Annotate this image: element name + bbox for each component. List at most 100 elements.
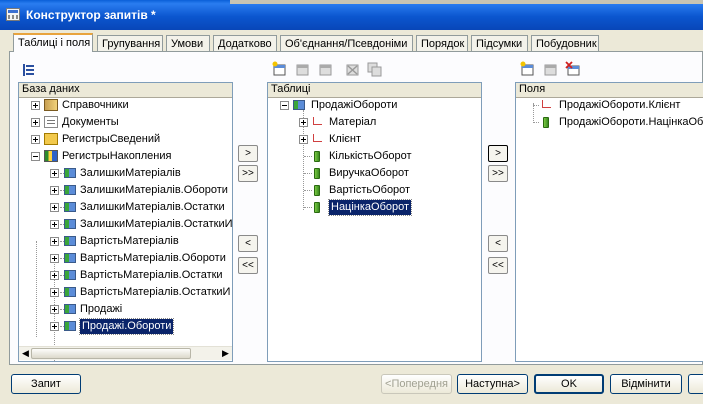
scroll-right-icon[interactable]: ▶ (220, 348, 231, 359)
cancel-button[interactable]: Відмінити (610, 374, 682, 394)
expand-icon[interactable] (50, 271, 59, 280)
add-field-icon[interactable] (519, 61, 535, 77)
remove-table-button[interactable]: < (238, 235, 258, 252)
tab-2[interactable]: Умови (166, 35, 210, 51)
accumulation-register-icon (64, 287, 76, 297)
tab-5[interactable]: Порядок (416, 35, 468, 51)
database-item[interactable]: Справочники (62, 97, 129, 114)
add-all-tables-button[interactable]: >> (238, 165, 258, 182)
selected-field[interactable]: ПродажіОбороти.Клієнт (559, 97, 680, 114)
expand-icon[interactable] (299, 135, 308, 144)
accumulation-register-icon (64, 219, 76, 229)
database-header: База даних (19, 83, 232, 98)
add-all-fields-button[interactable]: >> (488, 165, 508, 182)
accumulation-register-icon (64, 304, 76, 314)
tab-4[interactable]: Об'єднання/Псевдоніми (280, 35, 413, 51)
remove-all-tables-button[interactable]: << (238, 257, 258, 274)
tree-guide (304, 156, 312, 157)
query-button[interactable]: Запит (11, 374, 81, 394)
database-hscrollbar[interactable]: ◀ ▶ (19, 346, 232, 360)
database-item[interactable]: ВартістьМатеріалів.Обороти (80, 250, 226, 267)
database-item[interactable]: Документы (62, 114, 119, 131)
database-item[interactable]: ВартістьМатеріалів.Остатки (80, 267, 223, 284)
expand-icon[interactable] (50, 288, 59, 297)
remove-field-button[interactable]: < (488, 235, 508, 252)
tree-guide (533, 122, 539, 123)
accumulation-register-icon (64, 270, 76, 280)
database-panel: База даних Справочники Документы РегистрыС… (18, 82, 233, 362)
expand-icon[interactable] (50, 305, 59, 314)
expand-icon[interactable] (31, 135, 40, 144)
tab-7[interactable]: Побудовник (531, 35, 599, 51)
database-item[interactable]: ЗалишкиМатеріалів.Остатки (80, 199, 225, 216)
resource-icon (314, 202, 320, 213)
tree-guide (36, 241, 37, 337)
accumulation-register-icon (64, 236, 76, 246)
collapse-tree-icon[interactable] (20, 62, 36, 78)
tab-1[interactable]: Групування (97, 35, 163, 51)
expand-icon[interactable] (50, 169, 59, 178)
copy-table-icon[interactable] (366, 61, 382, 77)
tables-root[interactable]: ПродажіОбороти (311, 97, 397, 114)
database-item[interactable]: РегистрыНакопления (62, 148, 171, 165)
scroll-left-icon[interactable]: ◀ (20, 348, 31, 359)
edit-table-icon[interactable] (294, 61, 310, 77)
next-button[interactable]: Наступна> (457, 374, 528, 394)
ok-button[interactable]: OK (534, 374, 604, 394)
database-item[interactable]: ВартістьМатеріалів.ОстаткиИ (80, 284, 230, 301)
expand-icon[interactable] (50, 220, 59, 229)
accumulation-register-icon (64, 168, 76, 178)
table-field[interactable]: ВиручкаОборот (329, 165, 409, 182)
expand-icon[interactable] (31, 101, 40, 110)
database-item[interactable]: Продажі.Обороти (78, 318, 175, 335)
tab-6[interactable]: Підсумки (471, 35, 528, 51)
table-field[interactable]: КількістьОборот (329, 148, 412, 165)
tab-3[interactable]: Додатково (213, 35, 277, 51)
accumulation-register-icon (64, 253, 76, 263)
help-button-edge[interactable] (688, 374, 703, 394)
window-title: Конструктор запитів * (26, 8, 156, 22)
table-field[interactable]: НацінкаОборот (327, 199, 413, 216)
expand-icon[interactable] (31, 152, 40, 161)
database-item[interactable]: ВартістьМатеріалів (80, 233, 179, 250)
dimension-icon (541, 99, 553, 110)
table-field[interactable]: Матеріал (329, 114, 376, 131)
database-item[interactable]: ЗалишкиМатеріалів.ОстаткиИ (80, 216, 232, 233)
dimension-icon (312, 116, 324, 127)
database-item[interactable]: ЗалишкиМатеріалів.Обороти (80, 182, 228, 199)
add-table-icon[interactable] (271, 61, 287, 77)
tree-guide (533, 103, 534, 123)
database-item[interactable]: РегистрыСведений (62, 131, 160, 148)
expand-icon[interactable] (50, 237, 59, 246)
database-item[interactable]: ЗалишкиМатеріалів (80, 165, 181, 182)
resource-icon (314, 151, 320, 162)
fields-panel: Поля ПродажіОбороти.Клієнт ПродажіОбороти… (515, 82, 703, 362)
table-field[interactable]: Клієнт (329, 131, 361, 148)
scroll-thumb[interactable] (31, 348, 191, 359)
remove-all-fields-button[interactable]: << (488, 257, 508, 274)
prev-button[interactable]: <Попередня (381, 374, 452, 394)
expand-icon[interactable] (50, 203, 59, 212)
expand-icon[interactable] (50, 254, 59, 263)
delete-table-icon[interactable] (344, 61, 360, 77)
selected-field[interactable]: ПродажіОбороти.НацінкаОборот (559, 114, 703, 131)
replace-table-icon[interactable] (317, 61, 333, 77)
accumulation-register-icon (64, 185, 76, 195)
tables-panel: Таблиці ПродажіОбороти Матеріал Клієнт Кіль… (267, 82, 482, 362)
add-table-button[interactable]: > (238, 145, 258, 162)
tree-guide (304, 207, 312, 208)
collapse-icon[interactable] (280, 101, 289, 110)
background-window-edge (230, 0, 703, 4)
expand-icon[interactable] (50, 186, 59, 195)
tab-0[interactable]: Таблиці і поля (13, 33, 93, 52)
table-field[interactable]: ВартістьОборот (329, 182, 410, 199)
add-field-button[interactable]: > (488, 145, 508, 162)
delete-field-icon[interactable] (565, 61, 581, 77)
expand-icon[interactable] (299, 118, 308, 127)
expand-icon[interactable] (31, 118, 40, 127)
database-item[interactable]: Продажі (80, 301, 122, 318)
fields-header: Поля (516, 83, 703, 98)
edit-field-icon[interactable] (542, 61, 558, 77)
expand-icon[interactable] (50, 322, 59, 331)
dimension-icon (312, 133, 324, 144)
